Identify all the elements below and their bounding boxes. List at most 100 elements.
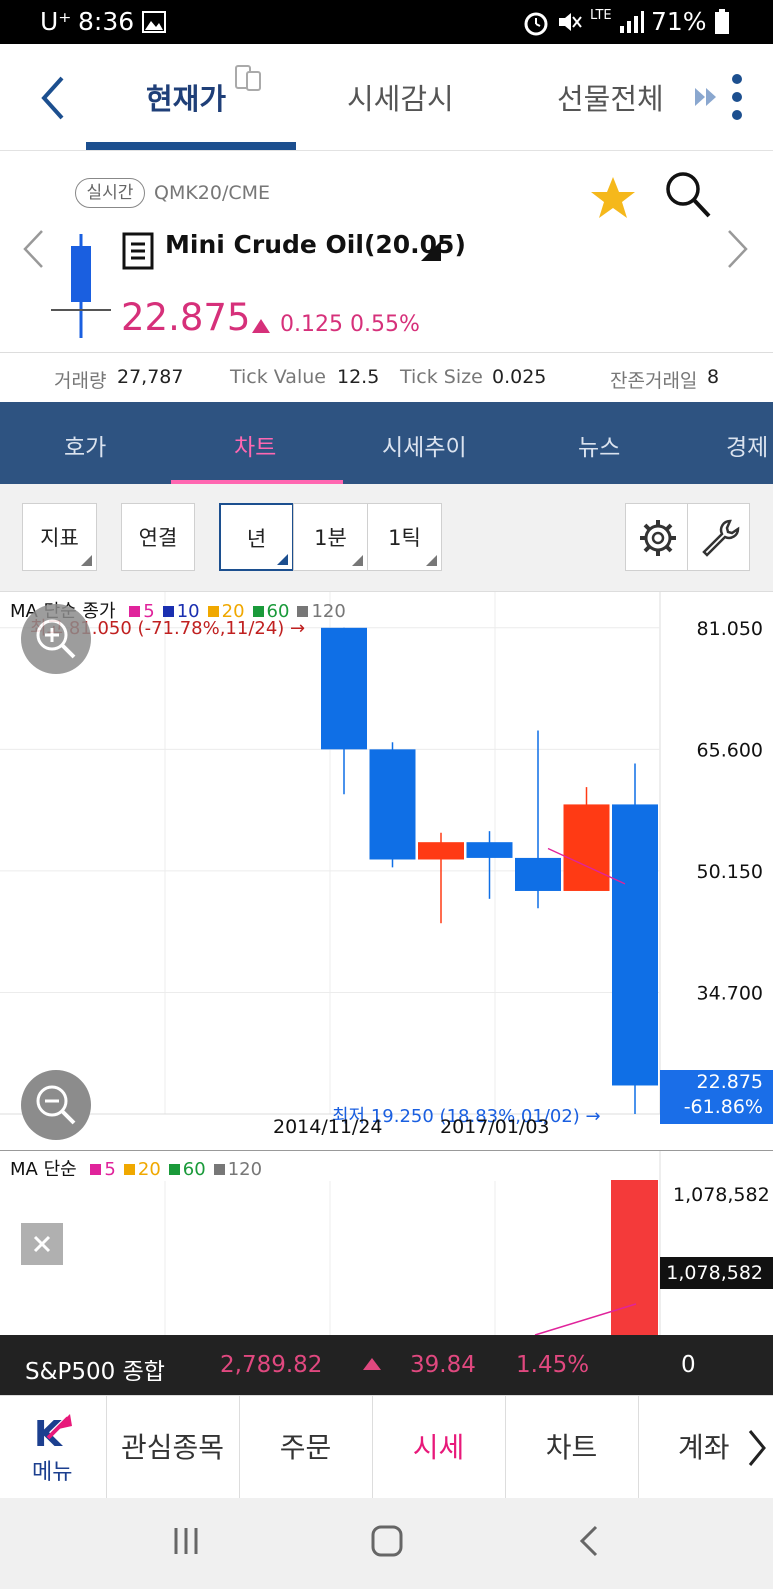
period-minute-button[interactable]: 1분 [293,503,368,571]
ticker-up-icon [363,1358,381,1370]
tick-value-label: Tick Value [230,366,326,388]
bottom-nav: K 메뉴 관심종목 주문 시세 차트 계좌 [0,1395,773,1499]
period-tick-button[interactable]: 1틱 [367,503,442,571]
home-icon[interactable] [370,1524,404,1558]
dropdown-triangle-icon[interactable] [420,240,442,262]
volume-current-tag: 1,078,582 [660,1257,773,1289]
indicator-button[interactable]: 지표 [22,503,97,571]
status-bar: U⁺ 8:36 LTE 71% [0,0,773,44]
ticker-change: 39.84 [410,1352,476,1378]
volume-chart-panel[interactable]: MA 단순 5 20 60 120 1,078,582 1,078,582 [0,1150,773,1336]
legend-swatch [90,1164,102,1175]
candle-mini-icon [51,234,111,338]
tab-price-alert[interactable]: 시세감시 [347,76,454,118]
nav-quotes[interactable]: 시세 [372,1396,506,1499]
volume-value: 27,787 [117,366,184,388]
sub-tabs: 호가 차트 시세추이 뉴스 경제 [0,402,773,484]
index-ticker[interactable]: S&P500 종합 2,789.82 39.84 1.45% 0 [0,1335,773,1395]
tab-all-futures[interactable]: 선물전체 [557,76,664,118]
link-button[interactable]: 연결 [121,503,195,571]
menu-button[interactable]: K 메뉴 [0,1396,107,1499]
y-tick-label: 50.150 [697,861,763,883]
favorite-star-icon[interactable] [590,175,636,221]
remaining-days: 8 [707,366,720,388]
back-icon[interactable] [36,74,68,122]
search-icon[interactable] [664,170,712,220]
active-tab-indicator [86,142,296,150]
carrier-label: U⁺ [40,7,72,36]
nav-order[interactable]: 주문 [239,1396,373,1499]
candle-body [321,627,367,750]
system-back-icon[interactable] [578,1524,600,1558]
close-icon [33,1235,51,1253]
legend-period: 120 [227,1159,263,1180]
price-change: 0.125 0.55% [280,312,420,337]
wrench-icon [702,519,740,557]
settings-button[interactable] [625,503,688,571]
battery-percent: 71% [651,7,707,36]
y-tick-label: 34.700 [697,982,763,1004]
candle-body [418,842,464,860]
ticker-value: 2,789.82 [220,1352,323,1378]
tick-size: 0.025 [492,366,547,388]
date-label-2: 2017/01/03 [440,1116,550,1138]
chevron-right-icon[interactable] [746,1428,768,1468]
realtime-badge: 실시간 [75,178,145,208]
remaining-days-label: 잔존거래일 [610,370,698,392]
candle-body [369,749,416,860]
volume-label: 거래량 [54,370,107,392]
double-chevron-right-icon[interactable] [693,86,719,108]
mute-icon [559,13,582,31]
recent-apps-icon[interactable] [172,1526,202,1556]
battery-icon [715,9,729,34]
prev-item-icon[interactable] [20,228,46,270]
zoom-out-button[interactable] [21,1070,91,1140]
close-panel-button[interactable] [21,1223,63,1265]
up-triangle-icon [252,319,270,333]
zoom-out-icon [36,1085,76,1125]
tools-button[interactable] [687,503,750,571]
subtab-price-trend[interactable]: 시세추이 [382,428,467,462]
date-label-1: 2014/11/24 [273,1116,383,1138]
network-label: LTE [590,8,612,23]
ticker-name: S&P500 종합 [25,1359,165,1385]
candle-body [515,857,561,891]
tick-size-label: Tick Size [400,366,483,388]
candle-body [563,804,610,891]
legend-swatch [123,1164,135,1175]
volume-legend: MA 단순 5 20 60 120 [10,1159,263,1180]
device-icon [235,65,261,91]
document-icon[interactable] [122,232,154,270]
legend-period: 20 [137,1159,161,1180]
period-year-button[interactable]: 년 [219,503,294,571]
top-nav: 현재가 시세감시 선물전체 [0,44,773,151]
last-price-tag: 22.875 -61.86% [660,1070,773,1124]
subtab-orderbook[interactable]: 호가 [64,428,106,462]
tab-current-price[interactable]: 현재가 [146,76,226,118]
tick-value: 12.5 [337,366,380,388]
signal-icon [620,11,644,33]
nav-chart[interactable]: 차트 [505,1396,639,1499]
menu-label: 메뉴 [32,1460,73,1485]
subtab-economy[interactable]: 경제 [726,428,768,462]
price-chart-panel[interactable]: 81.05065.60050.15034.700 MA 단순 종가 510206… [0,591,773,1150]
candle-body [612,804,658,1086]
info-line: 거래량 27,787 Tick Value 12.5 Tick Size 0.0… [0,352,773,401]
market-code: QMK20/CME [154,182,271,204]
next-item-icon[interactable] [725,228,751,270]
candle-body [466,842,513,858]
gear-icon [640,520,676,556]
zoom-in-button[interactable] [21,604,91,674]
legend-swatch [168,1164,180,1175]
svg-text:K: K [34,1414,63,1450]
subtab-chart[interactable]: 차트 [234,428,276,462]
price-chart: 81.050 65.600 50.150 34.700 [0,592,773,1115]
y-tick-label: 81.050 [697,618,763,640]
subtab-news[interactable]: 뉴스 [578,428,620,462]
system-nav-bar [0,1498,773,1589]
nav-watchlist[interactable]: 관심종목 [106,1396,240,1499]
more-menu-icon[interactable] [730,72,744,122]
zoom-in-icon [36,619,76,659]
clock: 8:36 [78,7,135,36]
volume-bar [611,1180,658,1336]
